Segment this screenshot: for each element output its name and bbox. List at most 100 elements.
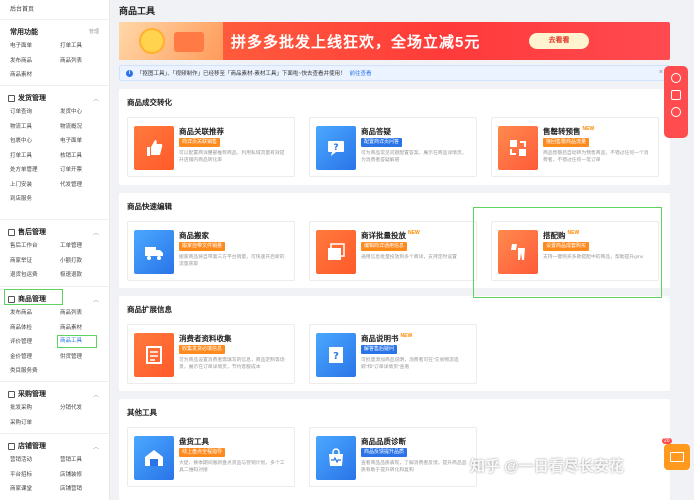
quality-bag-icon (329, 448, 343, 466)
card-thumb (134, 126, 174, 170)
section-extension: 商品扩展信息 消费者资料收集 收集发货必填信息 可为商品设置消费者需填写的信息，… (119, 296, 670, 391)
chevron-up-icon[interactable]: ︿ (93, 442, 99, 451)
card-desc: 查看商品品质表现，了解消费者反馈，提升商品品质有助于提升转化和复购 (361, 461, 467, 473)
close-icon[interactable]: × (659, 69, 663, 76)
sidebar-item[interactable]: 订单开票 (60, 163, 110, 178)
sidebar-item[interactable]: 工单管理 (60, 239, 110, 254)
sidebar-item[interactable]: 营销活动 (10, 453, 60, 468)
swap-icon (510, 140, 526, 156)
highlight-box (473, 207, 662, 298)
store-icon (8, 442, 15, 450)
sidebar-item[interactable]: 分销代发 (60, 401, 110, 416)
chevron-up-icon[interactable]: ︿ (93, 228, 99, 237)
sidebar-group-shipping: 发货管理 ︿ 订单查询 发货中心 物流工具 物流概况 包裹中心 电子面单 打单工… (0, 86, 109, 220)
sidebar-group-header[interactable]: 常用功能 管理 (0, 25, 109, 39)
sidebar-item[interactable]: 商品素材 (60, 321, 110, 336)
banner-button[interactable]: 去看看 (529, 33, 589, 49)
sidebar-group-store: 店铺管理 ︿ 营销活动 营销工具 平台招标 店铺装修 商家课堂 店铺营销 (0, 434, 109, 500)
sidebar-item[interactable]: 商品列表 (60, 306, 110, 321)
sidebar-group-header[interactable]: 售后管理 ︿ (0, 225, 109, 239)
sidebar-item[interactable]: 供货管理 (60, 350, 110, 365)
sidebar-group-common: 常用功能 管理 电子面单 打单工具 发布商品 商品列表 商品素材 (0, 20, 109, 86)
tool-card[interactable]: 商品关联推荐 商详页关联销售 可以配置商详腰部推荐商品，利用私域流量有效提升店铺… (127, 117, 295, 177)
feedback-icon[interactable] (671, 90, 681, 100)
sidebar-item[interactable]: 上门安装 (10, 178, 60, 193)
sidebar-item[interactable]: 物流工具 (10, 120, 60, 135)
sidebar-item[interactable]: 营销工具 (60, 453, 110, 468)
sidebar-item[interactable]: 商品素材 (10, 68, 60, 83)
card-tag: 挽回售罄商品流量 (543, 138, 590, 147)
chevron-up-icon[interactable]: ︿ (93, 390, 99, 399)
sidebar-item[interactable]: 发货中心 (60, 105, 110, 120)
sidebar-item[interactable]: 发布商品 (10, 306, 60, 321)
sidebar-item[interactable]: 订单查询 (10, 105, 60, 120)
tool-card[interactable]: 商品搬家 搬家自带文件销量 搬家商品将自带第三方平台销量，可快速开启新的流量获取 (127, 221, 295, 281)
sidebar-group-header[interactable]: 采购管理 ︿ (0, 387, 109, 401)
warning-icon[interactable] (671, 107, 681, 117)
floating-toolbar (664, 66, 688, 138)
tool-card[interactable]: 商品品质诊断 商品反馈提升品质 查看商品品质表现，了解消费者反馈，提升商品品质有… (309, 427, 477, 487)
sidebar-group-header[interactable]: 发货管理 ︿ (0, 91, 109, 105)
chevron-up-icon[interactable]: ︿ (93, 295, 99, 304)
sidebar-group-goods: 商品管理 ︿ 发布商品 商品列表 商品体检 商品素材 评价管理 商品工具 金价管… (0, 287, 109, 382)
notice-text: 「抠图工具」、「视频制作」已经移至「商品素材-素材工具」下面啦~快去查看并使用！ (137, 71, 346, 77)
tool-card[interactable]: 盘货工具 线上盘点全程指导 大促、换季期间搬新盘点货品与营销计划，多个工具二维码… (127, 427, 295, 487)
sidebar-item[interactable]: 发布商品 (10, 54, 60, 69)
truck-icon (145, 247, 163, 260)
sidebar-item[interactable]: 电子面单 (60, 134, 110, 149)
banner-decoration (119, 22, 223, 60)
sidebar-item[interactable]: 处方单管理 (10, 163, 60, 178)
sidebar-item[interactable]: 批发采购 (10, 401, 60, 416)
chevron-up-icon[interactable]: ︿ (93, 94, 99, 103)
sidebar-item[interactable]: 退货包运费 (10, 268, 60, 283)
service-icon[interactable] (671, 73, 681, 83)
sidebar-item-goods-tools[interactable]: 商品工具 (57, 335, 97, 348)
card-tag: 解答售后疑问 (361, 345, 398, 354)
package-icon (174, 32, 204, 52)
sidebar-item[interactable]: 采购订单 (10, 416, 60, 431)
sidebar-item[interactable]: 金价管理 (10, 350, 60, 365)
sidebar-item[interactable]: 评价管理 (10, 335, 60, 350)
section-title: 商品成交转化 (127, 98, 172, 107)
card-desc: 商品售罄后自动转为预售商品，不错过任何一个消费者，不错过任何一笔订单 (543, 151, 649, 163)
sidebar-item[interactable]: 小额打款 (60, 254, 110, 269)
sidebar-item[interactable]: 到店服务 (10, 192, 60, 207)
manage-link[interactable]: 管理 (89, 28, 99, 35)
tool-card[interactable]: 商详批量投放 NEW 编辑商详通用信息 通用信息批量投放到多个商详，支持定时设置 (309, 221, 477, 281)
question-chat-icon: ? (328, 141, 344, 156)
notice-link[interactable]: 前往查看 (350, 69, 372, 77)
sidebar-item[interactable]: 售后工作台 (10, 239, 60, 254)
sidebar-item[interactable]: 打单工具 (60, 39, 110, 54)
sidebar-item[interactable]: 商品列表 (60, 54, 110, 69)
sidebar-item[interactable]: 平台招标 (10, 468, 60, 483)
sidebar-item[interactable]: 极速退款 (60, 268, 110, 283)
card-desc: 可以配置商详腰部推荐商品，利用私域流量有效提升店铺内商品转化率 (179, 151, 285, 163)
card-desc: 通用信息批量投放到多个商详，支持定时设置 (361, 255, 457, 260)
sidebar-item[interactable]: 店铺营销 (60, 482, 110, 497)
sidebar-item[interactable]: 电子面单 (10, 39, 60, 54)
tool-card[interactable]: 售罄转预售 NEW 挽回售罄商品流量 商品售罄后自动转为预售商品，不错过任何一个消… (491, 117, 659, 177)
sidebar-group-header[interactable]: 店铺管理 ︿ (0, 439, 109, 453)
sidebar-item[interactable]: 包裹中心 (10, 134, 60, 149)
sidebar-item[interactable]: 类目服务费 (10, 364, 60, 379)
card-title: 消费者资料收集 (179, 334, 232, 343)
sidebar-item[interactable]: 店铺装修 (60, 468, 110, 483)
manual-icon: ? (329, 347, 343, 363)
sidebar-home-link[interactable]: 后台首页 (0, 0, 109, 20)
sidebar-item[interactable]: 物流概况 (60, 120, 110, 135)
sidebar-item[interactable]: 商家举证 (10, 254, 60, 269)
sidebar-item[interactable]: 核销工具 (60, 149, 110, 164)
truck-icon (8, 94, 15, 102)
tool-card[interactable]: ? 商品说明书 NEW 解答售后疑问 可批量添加商品说明，消费者可在"交易物流追踪… (309, 324, 477, 384)
promo-banner[interactable]: 拼多多批发上线狂欢，全场立减5元 去看看 (119, 22, 670, 60)
sidebar-group-header[interactable]: 商品管理 ︿ (0, 292, 109, 306)
sidebar-item[interactable]: 打单工具 (10, 149, 60, 164)
sidebar-item[interactable]: 商家课堂 (10, 482, 60, 497)
sidebar-item[interactable]: 商品体检 (10, 321, 60, 336)
sidebar-item[interactable]: 代发管理 (60, 178, 110, 193)
tool-card[interactable]: ? 商品答疑 配置商详页问答 可为商品常见问题配置答案，展示在商品详情页，为消费… (309, 117, 477, 177)
aftersale-icon (8, 228, 15, 236)
message-button[interactable]: 20 (662, 438, 690, 470)
tool-card[interactable]: 消费者资料收集 收集发货必填信息 可为商品设置消费者需填写的信息，商品定制等场景… (127, 324, 295, 384)
message-count-badge: 20 (662, 438, 672, 444)
